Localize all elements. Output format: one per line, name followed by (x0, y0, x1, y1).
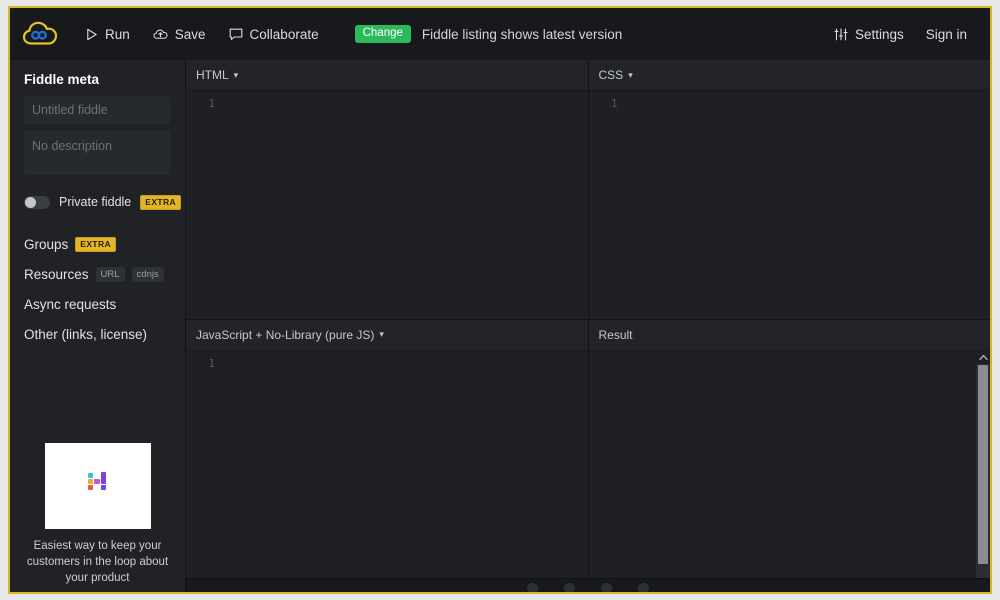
toolbar-right-group: Settings Sign in (825, 22, 976, 47)
css-panel-header: CSS ▾ (589, 60, 991, 91)
chat-bubble-icon (229, 28, 243, 41)
javascript-line-numbers: 1 (186, 351, 220, 579)
play-icon (85, 28, 98, 41)
resource-cdnjs-badge[interactable]: cdnjs (132, 267, 164, 283)
cloud-infinity-logo-icon[interactable] (20, 18, 60, 50)
chevron-down-icon[interactable]: ▾ (379, 329, 384, 340)
status-dot-icon (638, 583, 649, 592)
result-output (589, 351, 977, 579)
javascript-panel-header: JavaScript + No-Library (pure JS) ▾ (186, 320, 588, 351)
editor-row-top: HTML ▾ 1 CSS ▾ 1 (186, 60, 990, 320)
css-panel-title: CSS (599, 68, 624, 82)
run-button[interactable]: Run (76, 22, 139, 47)
ad-text[interactable]: Easiest way to keep your customers in th… (10, 538, 185, 586)
css-panel: CSS ▾ 1 (589, 60, 991, 319)
result-panel: Result (589, 320, 991, 579)
save-button[interactable]: Save (144, 22, 215, 47)
result-vertical-scrollbar[interactable] (976, 351, 990, 579)
css-line-numbers: 1 (589, 91, 623, 319)
editor-grid: HTML ▾ 1 CSS ▾ 1 (186, 60, 990, 592)
sidebar-item-label: Resources (24, 267, 89, 282)
collaborate-label: Collaborate (250, 27, 319, 42)
sidebar-heading: Fiddle meta (10, 60, 185, 96)
sidebar-item-label: Async requests (24, 297, 116, 312)
h-blocks-logo-icon (83, 470, 113, 501)
status-dot-icon (601, 583, 612, 592)
run-label: Run (105, 27, 130, 42)
html-panel-title: HTML (196, 68, 229, 82)
bottom-status-strip (186, 578, 990, 592)
sidebar-advertisement[interactable]: Easiest way to keep your customers in th… (10, 443, 185, 592)
status-dot-icon (527, 583, 538, 592)
ad-image[interactable] (45, 443, 151, 529)
scrollbar-thumb[interactable] (978, 365, 988, 565)
editor-row-bottom: JavaScript + No-Library (pure JS) ▾ 1 Re… (186, 320, 990, 579)
javascript-code-input[interactable] (220, 351, 588, 579)
chevron-down-icon[interactable]: ▾ (628, 70, 633, 81)
settings-button[interactable]: Settings (825, 22, 913, 47)
sliders-icon (834, 28, 848, 41)
sidebar-item-label: Other (links, license) (24, 327, 147, 342)
save-label: Save (175, 27, 206, 42)
html-panel-header: HTML ▾ (186, 60, 588, 91)
fiddle-meta-sidebar: Fiddle meta Private fiddle EXTRA Groups … (10, 60, 186, 592)
sign-in-button[interactable]: Sign in (917, 22, 976, 47)
fiddle-title-input[interactable] (24, 96, 170, 124)
result-panel-header: Result (589, 320, 991, 351)
collaborate-button[interactable]: Collaborate (220, 22, 328, 47)
status-dot-icon (564, 583, 575, 592)
version-notice-text: Fiddle listing shows latest version (422, 27, 622, 42)
extra-badge[interactable]: EXTRA (140, 195, 181, 210)
top-toolbar: Run Save Collaborate Change Fiddle listi… (10, 8, 990, 60)
main-area: Fiddle meta Private fiddle EXTRA Groups … (10, 60, 990, 592)
css-code-input[interactable] (623, 91, 991, 319)
cloud-upload-icon (153, 28, 168, 41)
fiddle-description-input[interactable] (24, 131, 170, 175)
javascript-panel: JavaScript + No-Library (pure JS) ▾ 1 (186, 320, 589, 579)
chevron-down-icon[interactable]: ▾ (234, 70, 239, 81)
javascript-panel-title: JavaScript + No-Library (pure JS) (196, 328, 374, 342)
settings-label: Settings (855, 27, 904, 42)
scroll-up-arrow-icon[interactable] (976, 351, 990, 364)
html-code-input[interactable] (220, 91, 588, 319)
sign-in-label: Sign in (926, 27, 967, 42)
html-editor-body: 1 (186, 91, 588, 319)
sidebar-item-async-requests[interactable]: Async requests (10, 290, 185, 320)
private-fiddle-row: Private fiddle EXTRA (10, 182, 185, 210)
private-fiddle-toggle[interactable] (24, 196, 50, 209)
javascript-editor-body: 1 (186, 351, 588, 579)
css-editor-body: 1 (589, 91, 991, 319)
version-notice: Change Fiddle listing shows latest versi… (355, 25, 623, 44)
result-body (589, 351, 991, 579)
extra-badge[interactable]: EXTRA (75, 237, 116, 252)
html-panel: HTML ▾ 1 (186, 60, 589, 319)
change-button[interactable]: Change (355, 25, 411, 44)
toggle-knob (25, 197, 36, 208)
sidebar-item-other[interactable]: Other (links, license) (10, 320, 185, 350)
sidebar-item-label: Groups (24, 237, 68, 252)
sidebar-item-groups[interactable]: Groups EXTRA (10, 230, 185, 260)
resource-url-badge[interactable]: URL (96, 267, 125, 283)
html-line-numbers: 1 (186, 91, 220, 319)
sidebar-item-resources[interactable]: Resources URL cdnjs (10, 260, 185, 290)
result-panel-title: Result (599, 328, 633, 342)
private-fiddle-label: Private fiddle (59, 195, 131, 209)
jsfiddle-app-window: Run Save Collaborate Change Fiddle listi… (8, 6, 992, 594)
